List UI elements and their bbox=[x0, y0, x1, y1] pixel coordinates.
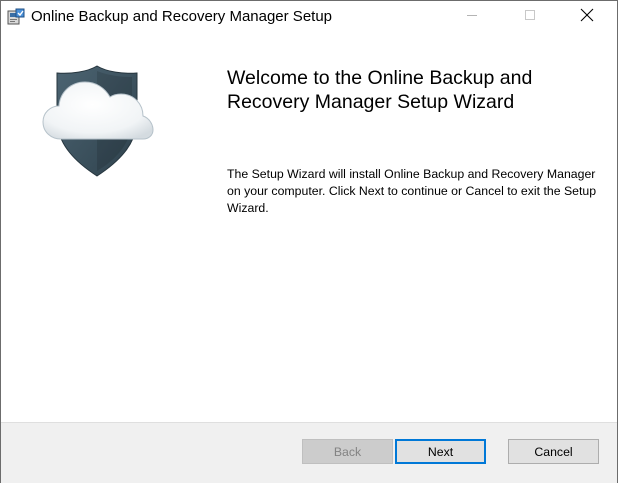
setup-window: Online Backup and Recovery Manager Setup bbox=[0, 0, 618, 483]
welcome-description: The Setup Wizard will install Online Bac… bbox=[227, 167, 597, 215]
minimize-icon bbox=[466, 8, 478, 26]
welcome-heading: Welcome to the Online Backup and Recover… bbox=[227, 67, 533, 113]
title-bar[interactable]: Online Backup and Recovery Manager Setup bbox=[1, 1, 617, 33]
window-title: Online Backup and Recovery Manager Setup bbox=[31, 8, 333, 25]
cloud-shield-logo bbox=[39, 63, 155, 179]
button-bar: Back Next Cancel bbox=[1, 422, 617, 483]
minimize-button[interactable] bbox=[449, 1, 495, 33]
next-button[interactable]: Next bbox=[395, 439, 486, 464]
installer-icon[interactable] bbox=[7, 8, 25, 26]
back-button[interactable]: Back bbox=[302, 439, 393, 464]
maximize-icon bbox=[524, 8, 536, 26]
maximize-button[interactable] bbox=[507, 1, 553, 33]
close-button[interactable] bbox=[564, 1, 610, 33]
close-icon bbox=[580, 8, 594, 27]
cancel-button[interactable]: Cancel bbox=[508, 439, 599, 464]
